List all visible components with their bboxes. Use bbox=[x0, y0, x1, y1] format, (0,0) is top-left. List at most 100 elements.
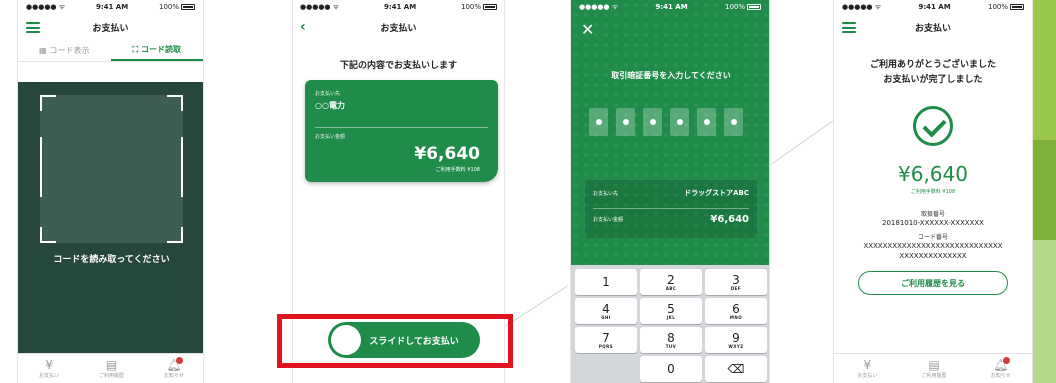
status-bar: ●●●●● ᯤ 9:41 AM 100% bbox=[834, 0, 1032, 14]
nav-bar: お支払い bbox=[834, 14, 1032, 40]
pin-digit-box bbox=[724, 108, 743, 136]
frame-side bbox=[181, 137, 183, 197]
highlight-box bbox=[277, 314, 513, 368]
status-bar: ●●●●● ᯤ 9:41 AM 100% bbox=[18, 0, 203, 14]
keypad-key bbox=[575, 356, 637, 382]
check-circle-icon bbox=[913, 106, 953, 146]
carrier-signal: ●●●●● ᯤ bbox=[26, 2, 66, 11]
close-icon[interactable]: ✕ bbox=[581, 20, 594, 39]
pin-digit-box bbox=[643, 108, 662, 136]
thanks-line: ご利用ありがとうございました bbox=[869, 60, 996, 70]
battery-icon bbox=[747, 4, 761, 10]
pin-digit-box bbox=[670, 108, 689, 136]
txn-number: 20181010-XXXXXX-XXXXXXX bbox=[882, 219, 984, 227]
confirm-heading: 下記の内容でお支払いします bbox=[339, 61, 457, 71]
tab-notifications[interactable]: 🔔︎ お知らせ bbox=[143, 354, 203, 383]
amount-label: お支払い金額 bbox=[593, 217, 624, 223]
info-divider bbox=[593, 208, 749, 209]
pin-entry[interactable] bbox=[589, 108, 743, 136]
battery-indicator: 100% bbox=[988, 3, 1024, 11]
battery-icon bbox=[1010, 4, 1024, 10]
keypad-key[interactable]: 7 PQRS bbox=[575, 327, 637, 353]
carrier-signal: ●●●●● ᯤ bbox=[300, 2, 340, 11]
yen-icon: ¥ bbox=[45, 358, 53, 372]
phone-scan-screen: ●●●●● ᯤ 9:41 AM 100% お支払い ▦ コード表示 ⛶ コード読取 … bbox=[17, 0, 204, 383]
completion-message: ご利用ありがとうございました お支払いが完了しました bbox=[834, 58, 1032, 88]
tab-notifications[interactable]: 🔔︎ お知らせ bbox=[967, 354, 1032, 383]
phone-pin-screen: ●●●●● ᯤ 9:41 AM 100% ✕ 取引暗証番号を入力してください お… bbox=[570, 0, 770, 383]
frame-corner bbox=[167, 95, 183, 111]
fee-text: ご利用手数料 ¥108 bbox=[910, 189, 956, 195]
keypad-key[interactable]: 8 TUV bbox=[640, 327, 702, 353]
tab-history[interactable]: ▤ ご利用履歴 bbox=[80, 354, 142, 383]
status-time: 9:41 AM bbox=[383, 3, 417, 11]
carrier-signal: ●●●●● ᯤ bbox=[579, 2, 619, 11]
hamburger-menu-icon[interactable] bbox=[26, 22, 40, 33]
code-number: XXXXXXXXXXXXXXXXXXXXXXXXXXXXX bbox=[863, 242, 1003, 250]
fee-text: ご利用手数料 ¥108 bbox=[435, 167, 480, 173]
code-label: コード番号 bbox=[917, 234, 948, 241]
keypad-key[interactable]: 2 ABC bbox=[640, 269, 702, 295]
bottom-tab-bar: ¥ お支払い ▤ ご利用履歴 🔔︎ お知らせ bbox=[834, 353, 1032, 383]
tab-code-scan[interactable]: ⛶ コード読取 bbox=[110, 40, 203, 61]
payee-name: ○○電力 bbox=[315, 101, 345, 110]
numeric-keypad: 1 2 ABC 3 DEF 4 GHI 5 JKL 6 MNO 7 PQRS 8 TUV 9 WXYZ 0 ⌫ bbox=[571, 265, 769, 383]
pin-dot bbox=[703, 119, 710, 125]
card-divider bbox=[315, 127, 488, 128]
phone-complete-screen: ●●●●● ᯤ 9:41 AM 100% お支払い ご利用ありがとうございました… bbox=[833, 0, 1033, 383]
payment-summary-card: お支払い先 ○○電力 お支払い金額 ¥6,640 ご利用手数料 ¥108 bbox=[305, 80, 498, 182]
nav-bar: ‹ お支払い bbox=[292, 14, 505, 40]
pin-dot bbox=[622, 119, 629, 125]
notification-badge bbox=[176, 357, 184, 364]
pin-digit-box bbox=[589, 108, 608, 136]
pin-dot bbox=[649, 119, 656, 125]
keypad-key[interactable]: 5 JKL bbox=[640, 298, 702, 324]
amount-value: ¥6,640 bbox=[710, 214, 749, 225]
keypad-key[interactable]: 4 GHI bbox=[575, 298, 637, 324]
page-title: お支払い bbox=[914, 23, 951, 34]
notification-badge bbox=[1003, 357, 1011, 364]
status-time: 9:41 AM bbox=[655, 3, 688, 11]
qr-code-icon: ▦ bbox=[38, 46, 47, 55]
status-time: 9:41 AM bbox=[918, 3, 951, 11]
receipt-icon: ▤ bbox=[928, 358, 940, 372]
pin-prompt: 取引暗証番号を入力してください bbox=[611, 71, 731, 80]
keypad-key[interactable]: 9 WXYZ bbox=[705, 327, 767, 353]
tab-history[interactable]: ▤ ご利用履歴 bbox=[901, 354, 968, 383]
amount-label: お支払い金額 bbox=[315, 134, 346, 140]
battery-indicator: 100% bbox=[461, 3, 497, 11]
back-chevron-icon[interactable]: ‹ bbox=[300, 19, 306, 35]
tab-payment[interactable]: ¥ お支払い bbox=[834, 354, 901, 383]
pin-dot bbox=[595, 119, 602, 125]
frame-corner bbox=[40, 227, 56, 243]
battery-icon bbox=[181, 4, 195, 10]
keypad-key[interactable]: 1 bbox=[575, 269, 637, 295]
slide-canvas: ●●●●● ᯤ 9:41 AM 100% お支払い ▦ コード表示 ⛶ コード読取 … bbox=[0, 0, 1056, 383]
battery-icon bbox=[483, 4, 497, 10]
pin-digit-box bbox=[697, 108, 716, 136]
status-bar: ●●●●● ᯤ 9:41 AM 100% bbox=[292, 0, 505, 14]
tab-payment[interactable]: ¥ お支払い bbox=[18, 354, 80, 383]
keypad-key[interactable]: 0 bbox=[640, 356, 702, 382]
view-history-button[interactable]: ご利用履歴を見る bbox=[858, 271, 1008, 295]
backspace-key[interactable]: ⌫ bbox=[705, 356, 767, 382]
tab-code-display[interactable]: ▦ コード表示 bbox=[18, 40, 111, 61]
battery-indicator: 100% bbox=[725, 3, 761, 11]
status-bar: ●●●●● ᯤ 9:41 AM 100% bbox=[571, 0, 769, 14]
pin-digit-box bbox=[616, 108, 635, 136]
scan-instruction: コードを読み取ってください bbox=[53, 255, 170, 265]
payee-label: お支払い先 bbox=[315, 91, 341, 97]
mode-toggle: ▦ コード表示 ⛶ コード読取 bbox=[18, 40, 203, 62]
code-number-cont: XXXXXXXXXXXXXX bbox=[899, 252, 967, 260]
keypad-key[interactable]: 3 DEF bbox=[705, 269, 767, 295]
payee-label: お支払い先 bbox=[593, 190, 619, 197]
txn-label: 取扱番号 bbox=[920, 211, 945, 218]
payee-name: ドラッグストアABC bbox=[684, 189, 749, 197]
carrier-signal: ●●●●● ᯤ bbox=[842, 2, 882, 11]
frame-corner bbox=[167, 227, 183, 243]
scan-frame bbox=[40, 95, 183, 243]
bottom-tab-bar: ¥ お支払い ▤ ご利用履歴 🔔︎ お知らせ bbox=[18, 353, 203, 383]
receipt-icon: ▤ bbox=[105, 358, 118, 372]
hamburger-menu-icon[interactable] bbox=[842, 22, 856, 33]
keypad-key[interactable]: 6 MNO bbox=[705, 298, 767, 324]
